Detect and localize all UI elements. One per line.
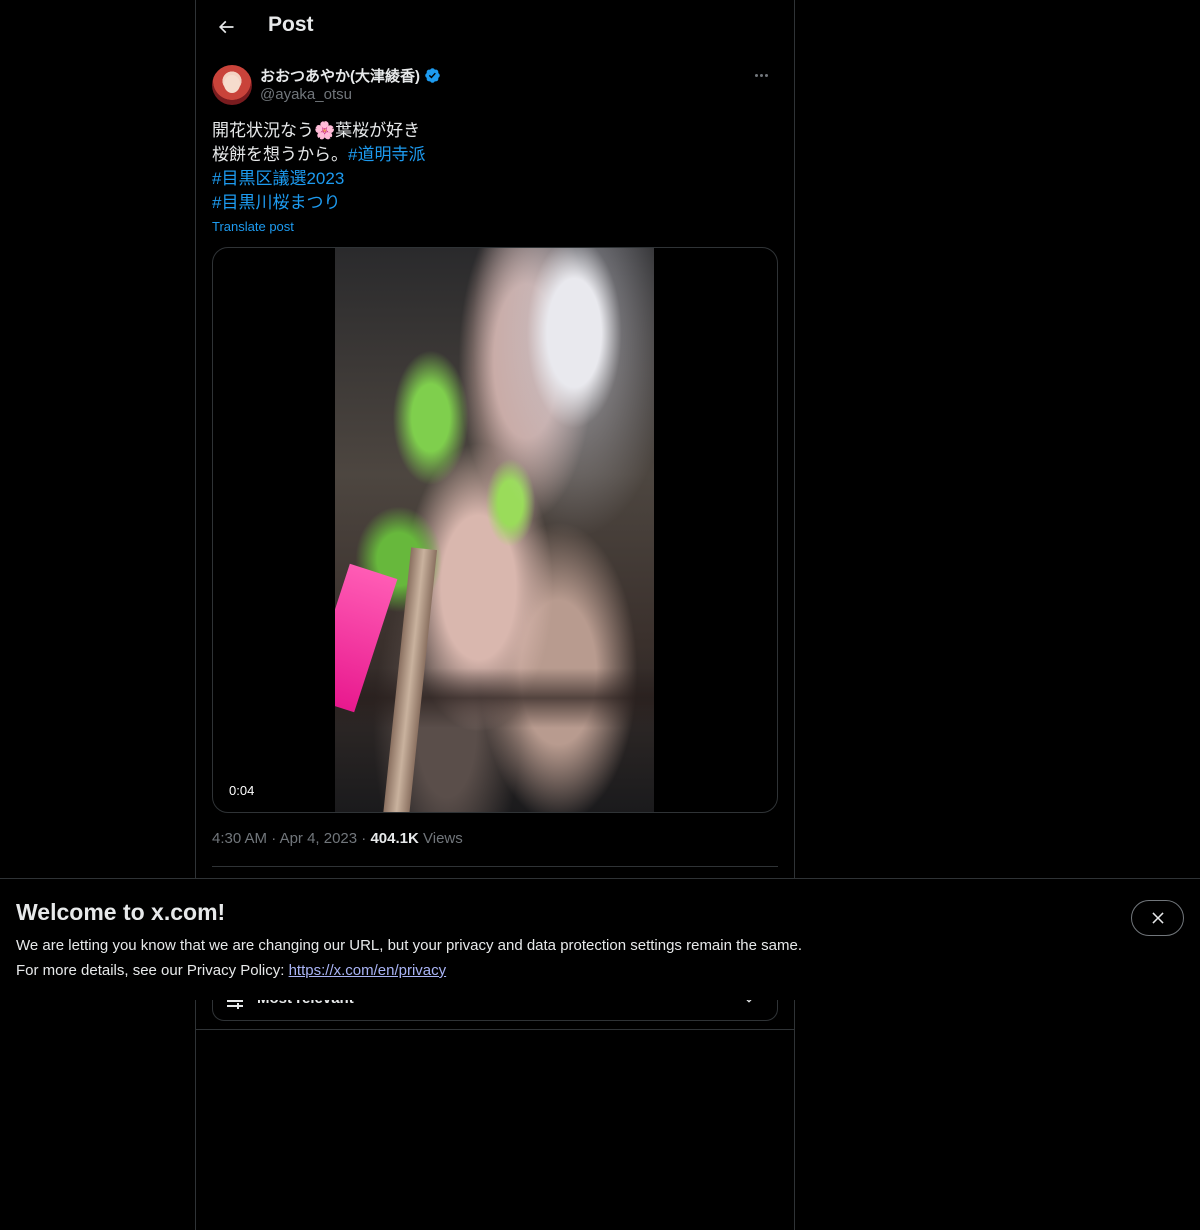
video-player[interactable]: 0:04 xyxy=(212,247,778,813)
page-title: Post xyxy=(268,13,314,36)
banner-details-text: For more details, see our Privacy Policy… xyxy=(16,962,289,979)
post-date[interactable]: Apr 4, 2023 xyxy=(280,830,358,847)
post-text-line: 桜餅を想うから。#道明寺派 xyxy=(212,143,778,167)
post-header: Post xyxy=(196,0,794,54)
meta-separator: · xyxy=(361,830,367,847)
post-author: おおつあやか(大津綾香) @ayaka_otsu xyxy=(212,64,778,108)
close-icon xyxy=(1151,912,1164,924)
avatar[interactable] xyxy=(212,65,252,105)
post-text: 開花状況なう🌸葉桜が好き 桜餅を想うから。#道明寺派 #目黒区議選2023 #目… xyxy=(212,119,778,215)
banner-title: Welcome to x.com! xyxy=(16,899,226,925)
more-options-button[interactable] xyxy=(744,64,778,86)
hashtag-link[interactable]: #目黒区議選2023 xyxy=(212,167,778,191)
author-name-row[interactable]: おおつあやか(大津綾香) xyxy=(260,65,441,86)
hashtag-link[interactable]: #道明寺派 xyxy=(348,145,425,164)
banner-message: We are letting you know that we are chan… xyxy=(16,937,802,954)
video-duration: 0:04 xyxy=(229,783,255,798)
author-display-name[interactable]: おおつあやか(大津綾香) xyxy=(260,65,420,86)
privacy-policy-link[interactable]: https://x.com/en/privacy xyxy=(289,962,447,979)
post-meta: 4:30 AM · Apr 4, 2023 · 404.1K Views xyxy=(212,830,463,847)
post-text-segment: 桜餅を想うから。 xyxy=(212,145,348,164)
verified-badge-icon xyxy=(425,68,440,83)
back-button[interactable] xyxy=(208,9,244,45)
more-dot-icon xyxy=(764,73,768,77)
post-text-line: 開花状況なう🌸葉桜が好き xyxy=(212,121,421,140)
translate-post-link[interactable]: Translate post xyxy=(212,219,294,234)
views-count: 404.1K xyxy=(370,830,419,847)
primary-column: Post おおつあやか(大津綾香) @ayaka_otsu 開花状況なう🌸葉桜が… xyxy=(195,0,795,1230)
video-frame[interactable] xyxy=(335,248,654,812)
video-scene-branch xyxy=(335,668,654,728)
divider xyxy=(212,866,778,867)
post-time[interactable]: 4:30 AM xyxy=(212,830,267,847)
author-handle[interactable]: @ayaka_otsu xyxy=(260,86,352,103)
arrow-left-icon xyxy=(218,20,234,34)
divider xyxy=(196,1029,794,1030)
more-dot-icon xyxy=(754,73,758,77)
views-label: Views xyxy=(423,830,463,847)
close-banner-button[interactable] xyxy=(1131,900,1184,936)
hashtag-link[interactable]: #目黒川桜まつり xyxy=(212,191,778,215)
welcome-banner: Welcome to x.com! We are letting you kno… xyxy=(0,878,1200,1000)
banner-details: For more details, see our Privacy Policy… xyxy=(16,962,446,979)
meta-separator: · xyxy=(271,830,277,847)
more-dot-icon xyxy=(759,73,763,77)
